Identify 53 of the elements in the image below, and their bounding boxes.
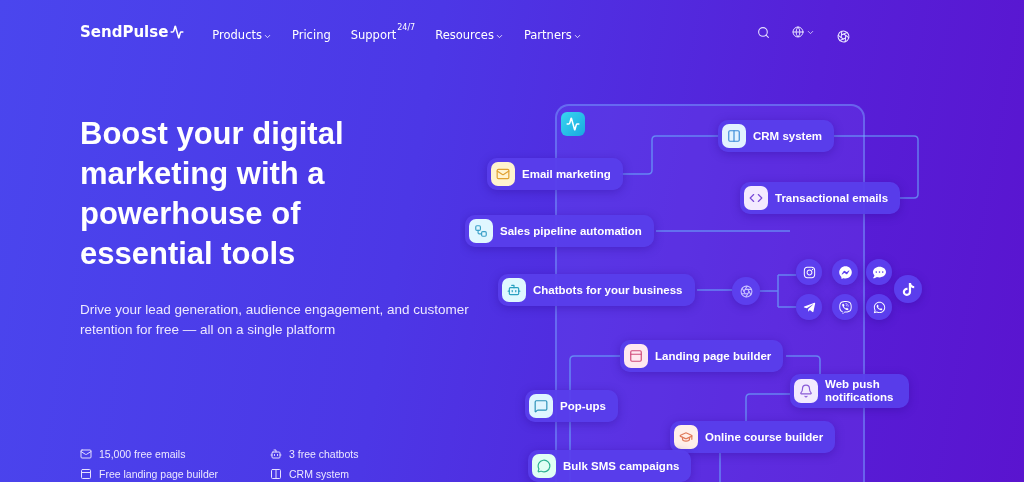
feature-text: CRM system [289, 468, 350, 480]
robot-icon [502, 278, 526, 302]
envelope-icon [80, 448, 92, 460]
connector-line [696, 289, 733, 291]
speech-bubble-icon [866, 259, 892, 285]
graduation-cap-icon [674, 425, 698, 449]
web-page-icon [624, 344, 648, 368]
product-node[interactable]: Bulk SMS campaigns [528, 450, 692, 482]
product-node[interactable]: Email marketing [487, 158, 623, 190]
nav-link[interactable]: Partners [523, 22, 582, 42]
connector-line [759, 274, 797, 308]
product-node[interactable]: Online course builder [670, 421, 836, 453]
web-page-icon [80, 468, 92, 480]
product-node[interactable]: Landing page builder [620, 340, 784, 372]
popup-icon [529, 394, 553, 418]
columns-icon [722, 124, 746, 148]
workflow-icon [469, 219, 493, 243]
feature-text: 15,000 free emails [99, 448, 186, 460]
paper-plane-icon [796, 294, 822, 320]
chat-bubble-icon [532, 454, 556, 478]
music-note-icon [894, 275, 922, 303]
product-node[interactable]: Transactional emails [740, 182, 901, 214]
connector-line [745, 393, 791, 422]
nav-link[interactable]: Resources [435, 22, 504, 42]
camera-icon [796, 259, 822, 285]
nav-link[interactable]: Products [212, 22, 272, 42]
flower-icon [732, 277, 760, 305]
phone-icon [866, 294, 892, 320]
connector-line [785, 355, 821, 375]
app-logo-icon [561, 112, 585, 136]
columns-icon [270, 468, 282, 480]
product-node[interactable]: Pop-ups [525, 390, 618, 422]
pulse-icon [170, 25, 185, 39]
hero-title: Boost your digital marketing with a powerhouse of essential tools [80, 115, 345, 273]
product-node[interactable]: Chatbots for your business [498, 274, 695, 306]
robot-icon [270, 448, 282, 460]
nav-link[interactable]: Pricing [291, 22, 331, 42]
hero-subtitle: Drive your lead generation, audience engagement, and customer retention for free — all on a single platform [80, 301, 470, 339]
logo[interactable]: SendPulse [80, 23, 169, 41]
product-node[interactable]: CRM system [718, 120, 835, 152]
language-button[interactable] [791, 26, 815, 38]
feature-text: Free landing page builder [99, 468, 219, 480]
product-node[interactable]: Web push notifications [790, 374, 909, 408]
product-node[interactable]: Sales pipeline automation [465, 215, 654, 247]
chat-bubble-icon [832, 259, 858, 285]
aperture-icon[interactable] [834, 27, 852, 45]
phone-bubble-icon [832, 294, 858, 320]
feature-text: 3 free chatbots [289, 448, 359, 460]
envelope-icon [491, 162, 515, 186]
code-icon [744, 186, 768, 210]
bell-icon [794, 379, 818, 403]
search-button[interactable] [756, 25, 770, 39]
connector-line [719, 452, 721, 482]
